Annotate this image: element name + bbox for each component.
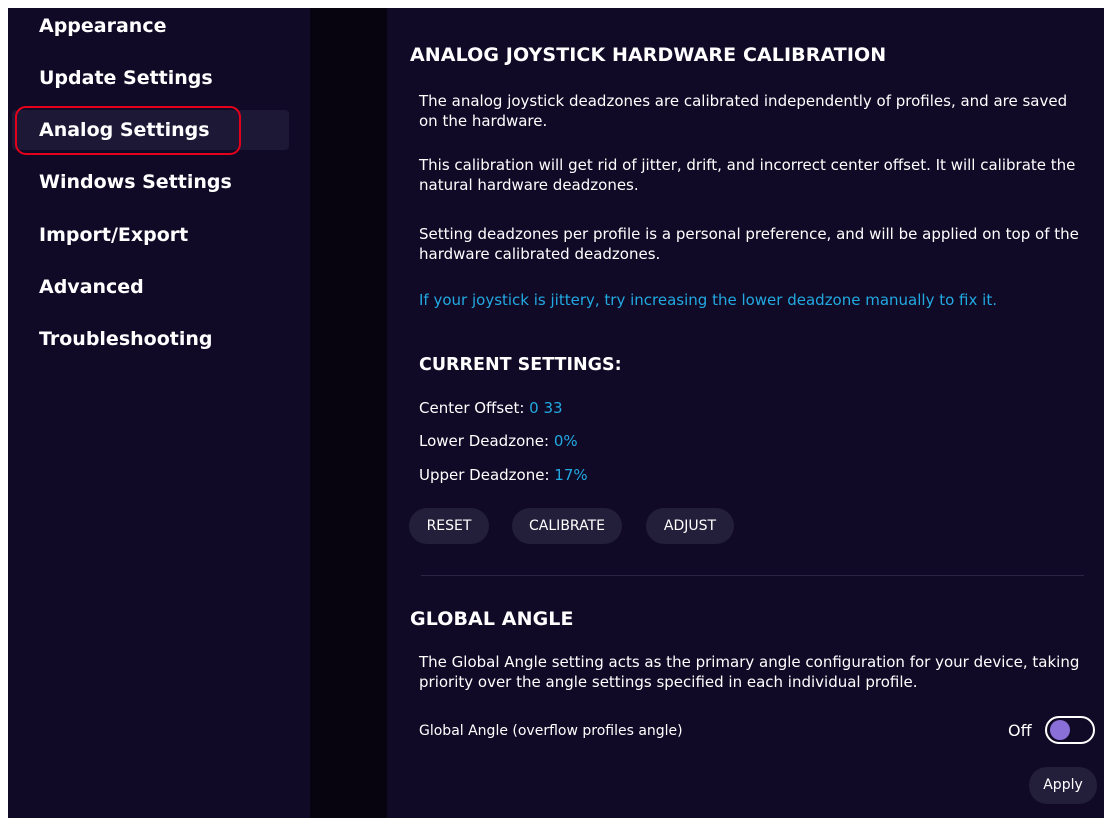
sidebar-item-analog-settings[interactable]: Analog Settings: [12, 110, 289, 150]
sidebar-item-import-export[interactable]: Import/Export: [12, 215, 289, 255]
sidebar-item-update-settings[interactable]: Update Settings: [12, 58, 289, 98]
toggle-knob: [1050, 720, 1070, 740]
calibration-description-3: Setting deadzones per profile is a perso…: [419, 225, 1079, 263]
toggle-state-text: Off: [1008, 721, 1032, 740]
current-settings-heading: CURRENT SETTINGS:: [419, 355, 622, 375]
calibration-description-1: The analog joystick deadzones are calibr…: [419, 92, 1068, 130]
calibration-description-2: This calibration will get rid of jitter,…: [419, 156, 1076, 194]
lower-deadzone-value: 0%: [553, 432, 578, 450]
sidebar-item-appearance[interactable]: Appearance: [12, 8, 289, 46]
analog-settings-panel: ANALOG JOYSTICK HARDWARE CALIBRATION The…: [387, 8, 1104, 818]
reset-button[interactable]: RESET: [409, 508, 489, 544]
page-title: ANALOG JOYSTICK HARDWARE CALIBRATION: [410, 44, 887, 66]
adjust-button[interactable]: ADJUST: [646, 508, 734, 544]
section-divider: [421, 575, 1084, 576]
sidebar-item-windows-settings[interactable]: Windows Settings: [12, 162, 289, 202]
center-offset-value: 0 33: [529, 399, 563, 417]
sidebar-item-advanced[interactable]: Advanced: [12, 267, 289, 307]
global-angle-toggle-label: Global Angle (overflow profiles angle): [419, 723, 683, 739]
upper-deadzone-row: Upper Deadzone: 17%: [419, 466, 588, 484]
lower-deadzone-label: Lower Deadzone:: [419, 432, 554, 450]
sidebar-gutter: [310, 8, 387, 818]
calibrate-button[interactable]: CALIBRATE: [512, 508, 622, 544]
sidebar-item-troubleshooting[interactable]: Troubleshooting: [12, 319, 289, 359]
apply-button[interactable]: Apply: [1029, 767, 1097, 804]
global-angle-title: GLOBAL ANGLE: [410, 608, 574, 630]
upper-deadzone-label: Upper Deadzone:: [419, 466, 555, 484]
global-angle-toggle[interactable]: [1045, 716, 1095, 744]
center-offset-label: Center Offset:: [419, 399, 530, 417]
jitter-tip: If your joystick is jittery, try increas…: [419, 291, 997, 309]
lower-deadzone-row: Lower Deadzone: 0%: [419, 432, 578, 450]
settings-window: Appearance Update Settings Analog Settin…: [8, 8, 1104, 818]
center-offset-row: Center Offset: 0 33: [419, 399, 563, 417]
sidebar: Appearance Update Settings Analog Settin…: [8, 8, 310, 818]
upper-deadzone-value: 17%: [554, 466, 588, 484]
global-angle-description: The Global Angle setting acts as the pri…: [419, 653, 1080, 691]
